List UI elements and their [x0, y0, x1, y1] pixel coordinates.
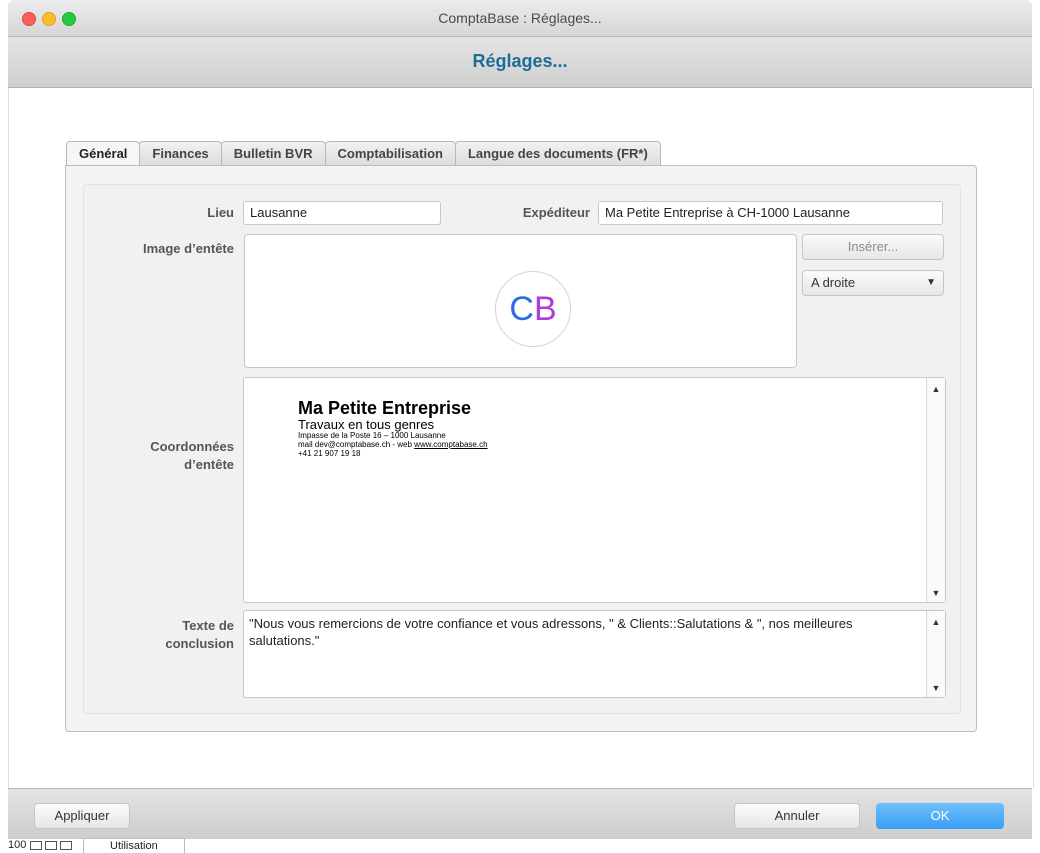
cancel-button[interactable]: Annuler — [734, 803, 860, 829]
tab-langue-documents[interactable]: Langue des documents (FR*) — [454, 141, 661, 166]
status-bar: 100 Utilisation — [8, 837, 185, 853]
company-address: Impasse de la Poste 16 – 1000 Lausanne — [298, 431, 446, 440]
image-entete-label: Image d’entête — [142, 241, 234, 256]
conclusion-label-line1: Texte de — [182, 618, 234, 633]
window-title: ComptaBase : Réglages... — [438, 10, 602, 26]
scroll-down-icon[interactable]: ▼ — [927, 588, 945, 598]
coordonnees-label-line1: Coordonnées — [150, 439, 234, 454]
dropdown-arrow-icon: ▼ — [926, 277, 936, 288]
mode-indicator[interactable]: Utilisation — [83, 837, 185, 853]
coordonnees-label-line2: d’entête — [184, 457, 234, 472]
scroll-up-icon[interactable]: ▲ — [927, 617, 945, 627]
apply-button[interactable]: Appliquer — [34, 803, 130, 829]
scroll-down-icon[interactable]: ▼ — [927, 683, 945, 693]
lieu-input[interactable]: Lausanne — [243, 201, 441, 225]
company-name: Ma Petite Entreprise — [298, 398, 472, 418]
logo-letter-c: C — [509, 290, 534, 328]
header-band: Réglages... — [8, 37, 1032, 88]
page-title: Réglages... — [472, 51, 568, 71]
coordonnees-textarea[interactable]: Ma Petite Entreprise Travaux en tous gen… — [243, 377, 946, 603]
conclusion-label: Texte de conclusion — [84, 617, 234, 653]
tab-comptabilisation[interactable]: Comptabilisation — [324, 141, 456, 166]
company-web-link[interactable]: www.comptabase.ch — [414, 440, 487, 449]
conclusion-textarea[interactable]: "Nous vous remercions de votre confiance… — [243, 610, 946, 698]
company-phone: +41 21 907 19 18 — [298, 449, 361, 458]
zoom-toggle-icon[interactable] — [30, 840, 42, 850]
zoom-level[interactable]: 100 — [8, 839, 30, 851]
tab-bar: Général Finances Bulletin BVR Comptabili… — [66, 141, 661, 167]
conclusion-label-line2: conclusion — [165, 636, 234, 651]
coordonnees-content: Ma Petite Entreprise Travaux en tous gen… — [298, 398, 488, 458]
lieu-label: Lieu — [207, 205, 234, 220]
company-tagline: Travaux en tous genres — [298, 417, 435, 432]
expediteur-input[interactable]: Ma Petite Entreprise à CH-1000 Lausanne — [598, 201, 943, 225]
image-position-value: A droite — [811, 275, 856, 290]
insert-image-button[interactable]: Insérer... — [802, 234, 944, 260]
coordonnees-scrollbar[interactable]: ▲ ▼ — [926, 378, 945, 602]
layout-icon[interactable] — [60, 840, 72, 850]
company-mail: mail dev@comptabase.ch - web — [298, 440, 415, 449]
scroll-up-icon[interactable]: ▲ — [927, 384, 945, 394]
image-position-select[interactable]: A droite ▼ — [802, 270, 944, 296]
logo-image: CB — [495, 271, 571, 347]
print-icon[interactable] — [45, 840, 57, 850]
tab-general[interactable]: Général — [66, 141, 141, 167]
title-bar: ComptaBase : Réglages... — [8, 0, 1032, 37]
tab-finances[interactable]: Finances — [139, 141, 222, 166]
conclusion-scrollbar[interactable]: ▲ ▼ — [926, 611, 945, 697]
company-contact: mail dev@comptabase.ch - web www.comptab… — [298, 440, 488, 449]
coordonnees-label: Coordonnées d’entête — [84, 438, 234, 474]
expediteur-label: Expéditeur — [522, 205, 590, 220]
logo-letter-b: B — [533, 290, 557, 328]
ok-button[interactable]: OK — [876, 803, 1004, 829]
conclusion-text: "Nous vous remercions de votre confiance… — [249, 616, 853, 648]
tab-bulletin-bvr[interactable]: Bulletin BVR — [220, 141, 326, 166]
